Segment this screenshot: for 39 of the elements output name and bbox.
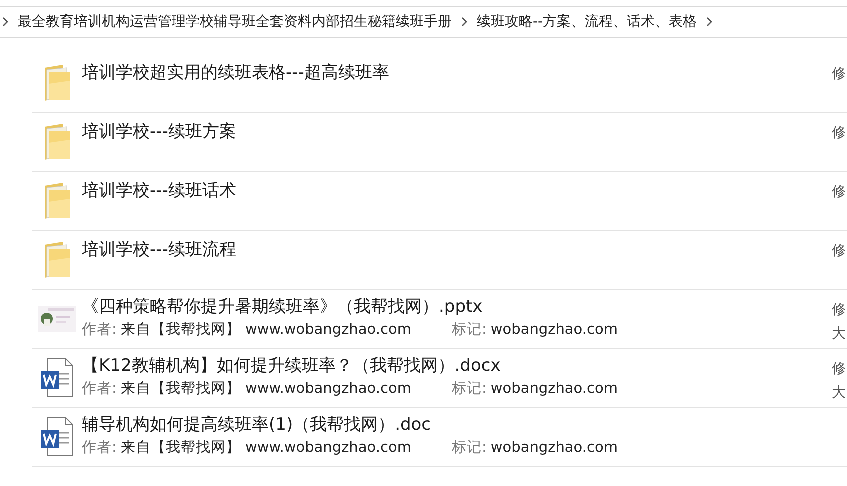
tag-label: 标记: xyxy=(452,321,487,340)
chevron-icon[interactable] xyxy=(706,17,714,27)
author-value: 来自【我帮找网】 www.wobangzhao.com xyxy=(120,380,412,399)
column-text: 修 xyxy=(832,183,847,202)
author-label: 作者: xyxy=(82,439,117,458)
tag-value: wobangzhao.com xyxy=(490,321,618,340)
breadcrumb-item[interactable]: 续班攻略--方案、流程、话术、表格 xyxy=(476,13,698,31)
column-text: 修 xyxy=(832,65,847,84)
file-name[interactable]: 培训学校---续班方案 xyxy=(82,121,832,143)
column-text: 大 xyxy=(832,384,847,403)
folder-icon xyxy=(43,123,71,161)
author-value: 来自【我帮找网】 www.wobangzhao.com xyxy=(120,439,412,458)
file-name[interactable]: 培训学校超实用的续班表格---超高续班率 xyxy=(82,62,832,84)
chevron-icon[interactable] xyxy=(2,17,9,27)
file-name[interactable]: 辅导机构如何提高续班率(1)（我帮找网）.doc xyxy=(82,414,832,436)
author-label: 作者: xyxy=(82,380,117,399)
column-text: 大 xyxy=(832,325,847,344)
folder-icon xyxy=(43,182,71,220)
word-document-icon xyxy=(40,358,74,398)
file-name[interactable]: 【K12教辅机构】如何提升续班率？（我帮找网）.docx xyxy=(82,355,832,377)
word-document-icon xyxy=(40,417,74,457)
tag-value: wobangzhao.com xyxy=(490,380,618,399)
chevron-icon[interactable] xyxy=(461,17,468,27)
file-name[interactable]: 《四种策略帮你提升暑期续班率》（我帮找网）.pptx xyxy=(82,296,832,318)
author-value: 来自【我帮找网】 www.wobangzhao.com xyxy=(120,321,412,340)
folder-icon xyxy=(43,64,71,102)
column-text: 修 xyxy=(832,301,847,320)
file-name[interactable]: 培训学校---续班话术 xyxy=(82,180,832,202)
column-text: 修 xyxy=(832,360,847,379)
tag-label: 标记: xyxy=(452,380,487,399)
tag-value: wobangzhao.com xyxy=(490,439,618,458)
column-text: 修 xyxy=(832,242,847,261)
author-label: 作者: xyxy=(82,321,117,340)
column-text: 修 xyxy=(832,124,847,143)
slide-thumbnail-icon xyxy=(38,306,76,332)
file-name[interactable]: 培训学校---续班流程 xyxy=(82,239,832,261)
breadcrumb-item[interactable]: 最全教育培训机构运营管理学校辅导班全套资料内部招生秘籍续班手册 xyxy=(17,13,453,31)
folder-icon xyxy=(43,241,71,279)
tag-label: 标记: xyxy=(452,439,487,458)
